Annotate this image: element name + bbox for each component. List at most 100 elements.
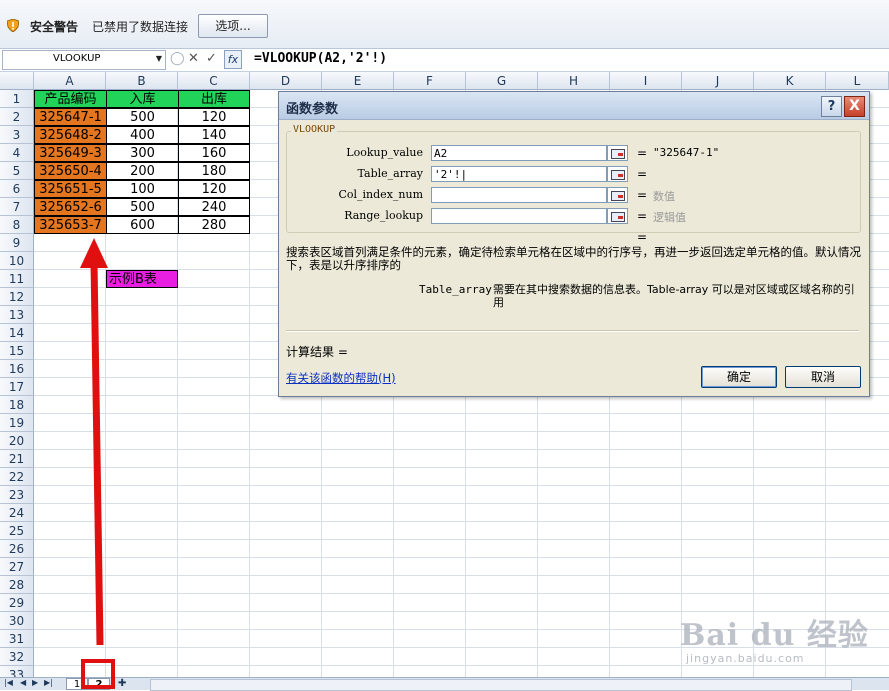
argument-input[interactable] [431,208,607,224]
row-header[interactable]: 13 [0,306,34,324]
collapse-dialog-icon[interactable] [607,166,628,182]
close-button[interactable]: X [844,96,865,117]
function-help-link[interactable]: 有关该函数的帮助(H) [286,370,396,386]
insert-sheet-icon[interactable]: ✚ [118,678,126,689]
header-cell-in-stock[interactable]: 入库 [106,90,179,108]
column-header[interactable]: E [322,72,394,90]
row-header[interactable]: 28 [0,576,34,594]
help-button[interactable]: ? [821,96,842,117]
row-header[interactable]: 18 [0,396,34,414]
out-stock-cell[interactable]: 120 [178,180,250,198]
row-header[interactable]: 1 [0,90,34,108]
argument-input[interactable] [431,187,607,203]
row-header[interactable]: 9 [0,234,34,252]
row-header[interactable]: 19 [0,414,34,432]
next-sheet-icon[interactable]: ▶ [32,678,38,687]
product-code-cell[interactable]: 325650-4 [34,162,107,180]
row-header[interactable]: 11 [0,270,34,288]
argument-input[interactable]: '2'!| [431,166,607,182]
column-header[interactable]: F [394,72,466,90]
column-header[interactable]: D [250,72,322,90]
collapse-dialog-icon[interactable] [607,187,628,203]
row-header[interactable]: 4 [0,144,34,162]
product-code-cell[interactable]: 325652-6 [34,198,107,216]
header-cell-out-stock[interactable]: 出库 [178,90,250,108]
in-stock-cell[interactable]: 400 [106,126,179,144]
product-code-cell[interactable]: 325649-3 [34,144,107,162]
enter-check-icon[interactable]: ✓ [206,51,217,66]
in-stock-cell[interactable]: 500 [106,198,179,216]
out-stock-cell[interactable]: 280 [178,216,250,234]
product-code-cell[interactable]: 325653-7 [34,216,107,234]
column-header[interactable]: H [538,72,610,90]
row-header[interactable]: 22 [0,468,34,486]
row-header[interactable]: 30 [0,612,34,630]
dialog-titlebar[interactable]: 函数参数 [279,92,869,120]
row-header[interactable]: 33 [0,666,34,677]
row-header[interactable]: 2 [0,108,34,126]
options-button[interactable]: 选项... [198,14,268,38]
out-stock-cell[interactable]: 160 [178,144,250,162]
previous-sheet-icon[interactable]: ◀ [20,678,26,687]
select-all-corner[interactable] [0,72,34,90]
argument-help-text: 需要在其中搜索数据的信息表。Table-array 可以是对区域或区域名称的引用 [493,283,855,309]
row-header[interactable]: 15 [0,342,34,360]
argument-equals: = [637,209,648,223]
row-header[interactable]: 29 [0,594,34,612]
cancel-button[interactable]: 取消 [785,366,861,388]
row-header[interactable]: 5 [0,162,34,180]
column-header[interactable]: G [466,72,538,90]
row-header[interactable]: 16 [0,360,34,378]
row-header[interactable]: 14 [0,324,34,342]
sample-b-label[interactable]: 示例B表 [106,270,178,288]
in-stock-cell[interactable]: 600 [106,216,179,234]
row-header[interactable]: 8 [0,216,34,234]
column-header[interactable]: K [754,72,826,90]
out-stock-cell[interactable]: 180 [178,162,250,180]
row-header[interactable]: 23 [0,486,34,504]
last-sheet-icon[interactable]: ▶| [44,678,53,687]
row-header[interactable]: 7 [0,198,34,216]
argument-input[interactable]: A2 [431,145,607,161]
collapse-dialog-icon[interactable] [607,145,628,161]
column-header[interactable]: L [826,72,889,90]
name-box[interactable]: VLOOKUP ▼ [2,50,166,70]
product-code-cell[interactable]: 325647-1 [34,108,107,126]
row-header[interactable]: 27 [0,558,34,576]
chevron-down-icon[interactable]: ▼ [156,54,162,63]
horizontal-scrollbar[interactable] [150,679,852,691]
row-header[interactable]: 12 [0,288,34,306]
insert-function-icon[interactable]: fx [224,50,242,69]
column-header[interactable]: C [178,72,250,90]
row-header[interactable]: 25 [0,522,34,540]
first-sheet-icon[interactable]: |◀ [4,678,13,687]
in-stock-cell[interactable]: 200 [106,162,179,180]
column-header[interactable]: B [106,72,178,90]
header-cell-product-code[interactable]: 产品编码 [34,90,107,108]
row-header[interactable]: 26 [0,540,34,558]
row-header[interactable]: 3 [0,126,34,144]
out-stock-cell[interactable]: 140 [178,126,250,144]
column-header[interactable]: I [610,72,682,90]
product-code-cell[interactable]: 325651-5 [34,180,107,198]
row-header[interactable]: 24 [0,504,34,522]
row-header[interactable]: 10 [0,252,34,270]
row-header[interactable]: 17 [0,378,34,396]
ok-button[interactable]: 确定 [701,366,777,388]
collapse-dialog-icon[interactable] [607,208,628,224]
in-stock-cell[interactable]: 500 [106,108,179,126]
cancel-icon[interactable]: ✕ [188,51,199,66]
column-header[interactable]: A [34,72,106,90]
row-header[interactable]: 32 [0,648,34,666]
out-stock-cell[interactable]: 120 [178,108,250,126]
row-header[interactable]: 6 [0,180,34,198]
in-stock-cell[interactable]: 100 [106,180,179,198]
row-header[interactable]: 20 [0,432,34,450]
formula-input[interactable]: =VLOOKUP(A2,'2'!) [254,51,387,66]
column-header[interactable]: J [682,72,754,90]
in-stock-cell[interactable]: 300 [106,144,179,162]
row-header[interactable]: 31 [0,630,34,648]
row-header[interactable]: 21 [0,450,34,468]
out-stock-cell[interactable]: 240 [178,198,250,216]
product-code-cell[interactable]: 325648-2 [34,126,107,144]
